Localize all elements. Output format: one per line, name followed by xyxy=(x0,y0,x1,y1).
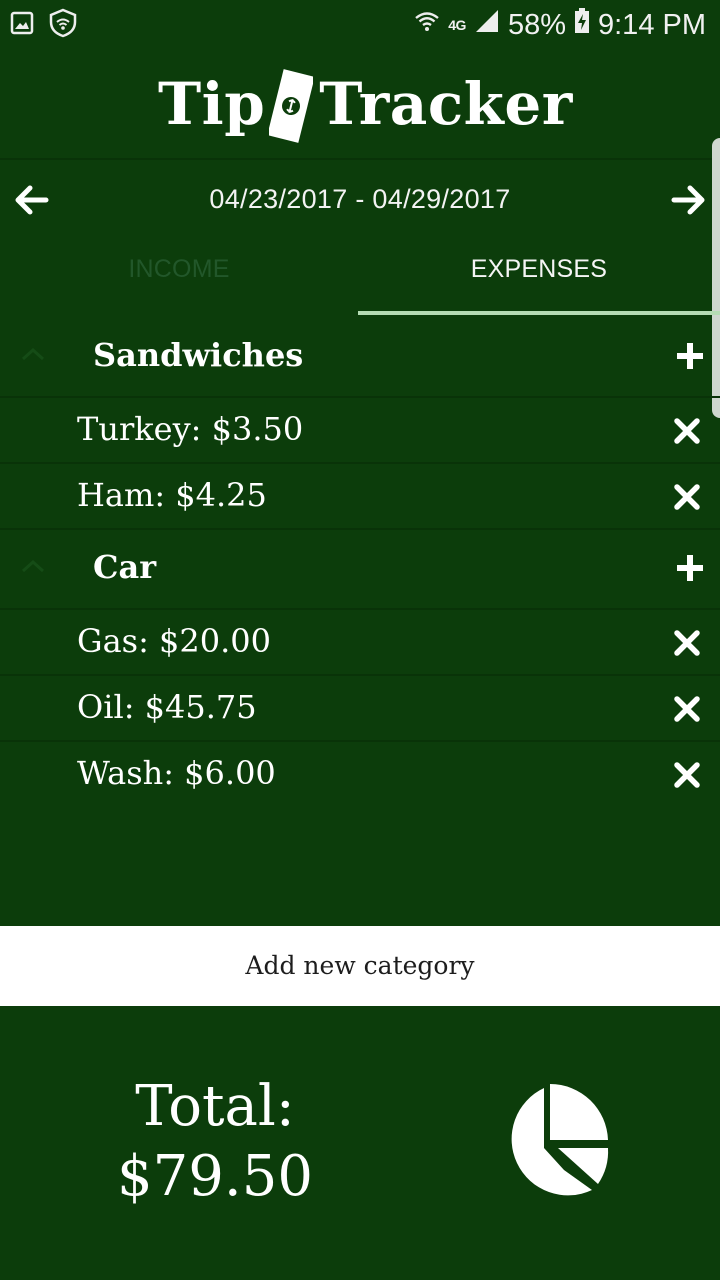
chevron-up-icon[interactable] xyxy=(18,344,48,364)
app-logo: Tip Tracker xyxy=(158,50,573,158)
date-range-label: 04/23/2017 - 04/29/2017 xyxy=(209,184,511,214)
add-category-button[interactable]: Add new category xyxy=(0,926,720,1006)
active-tab-indicator xyxy=(358,311,720,315)
shield-wifi-icon xyxy=(48,8,78,43)
category-name: Sandwiches xyxy=(93,336,304,374)
app-header: Tip Tracker xyxy=(0,50,720,160)
tab-income[interactable]: INCOME xyxy=(0,240,358,312)
expense-item-text: Oil: $45.75 xyxy=(77,688,257,726)
image-icon xyxy=(10,11,34,40)
wifi-calling-icon xyxy=(414,9,440,42)
category-header-sandwiches[interactable]: Sandwiches xyxy=(0,318,720,398)
battery-percent: 58% xyxy=(507,8,566,41)
tab-bar: INCOME EXPENSES xyxy=(0,240,720,316)
category-header-car[interactable]: Car xyxy=(0,530,720,610)
expense-list: Sandwiches Turkey: $3.50 Ham: $4.25 Car … xyxy=(0,318,720,806)
chevron-up-icon[interactable] xyxy=(18,556,48,576)
delete-icon[interactable] xyxy=(674,762,700,788)
total-label: Total: xyxy=(135,1074,295,1139)
pie-chart-icon[interactable] xyxy=(488,1080,612,1204)
logo-text-tracker: Tracker xyxy=(319,70,573,138)
arrow-right-icon[interactable] xyxy=(670,182,706,218)
list-item: Wash: $6.00 xyxy=(0,742,720,806)
add-item-icon[interactable] xyxy=(674,552,706,584)
logo-text-tip: Tip xyxy=(158,70,266,138)
network-type: 4G xyxy=(448,17,466,33)
delete-icon[interactable] xyxy=(674,418,700,444)
signal-icon xyxy=(474,8,500,42)
expense-item-text: Gas: $20.00 xyxy=(77,622,271,660)
delete-icon[interactable] xyxy=(674,484,700,510)
clock: 9:14 PM xyxy=(598,8,706,41)
dollar-bill-icon xyxy=(267,67,316,145)
list-item: Turkey: $3.50 xyxy=(0,398,720,464)
expense-item-text: Turkey: $3.50 xyxy=(77,410,304,448)
category-name: Car xyxy=(93,548,157,586)
total-amount: $79.50 xyxy=(117,1144,313,1209)
expense-item-text: Ham: $4.25 xyxy=(77,476,267,514)
add-item-icon[interactable] xyxy=(674,340,706,372)
list-item: Ham: $4.25 xyxy=(0,464,720,530)
delete-icon[interactable] xyxy=(674,630,700,656)
battery-icon xyxy=(574,8,590,42)
tab-expenses[interactable]: EXPENSES xyxy=(360,240,718,312)
list-item: Oil: $45.75 xyxy=(0,676,720,742)
list-item: Gas: $20.00 xyxy=(0,610,720,676)
date-navigation: 04/23/2017 - 04/29/2017 xyxy=(0,160,720,240)
delete-icon[interactable] xyxy=(674,696,700,722)
expense-item-text: Wash: $6.00 xyxy=(77,754,276,792)
total-summary: Total: $79.50 xyxy=(76,1072,354,1212)
status-bar: 4G 58% 9:14 PM xyxy=(0,0,720,50)
